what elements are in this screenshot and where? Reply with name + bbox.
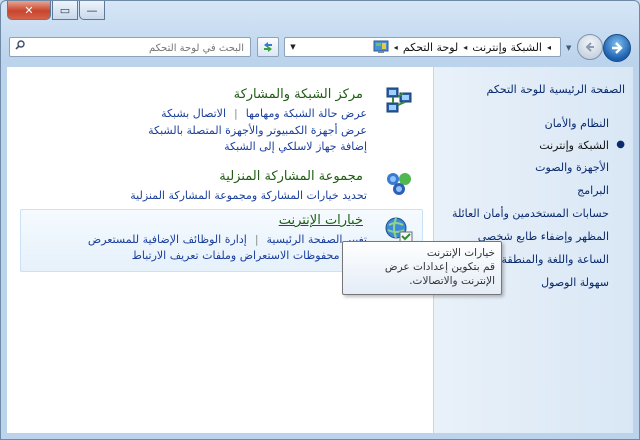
category-title-internet-options[interactable]: خيارات الإنترنت xyxy=(279,213,363,228)
link-manage-browser-addons[interactable]: إدارة الوظائف الإضافية للمستعرض xyxy=(88,233,247,246)
breadcrumb-separator-icon[interactable]: ◂ xyxy=(547,43,551,52)
link-separator: | xyxy=(254,233,259,246)
sidebar-item-network-internet[interactable]: الشبكة وإنترنت xyxy=(539,139,609,152)
category-title-homegroup[interactable]: مجموعة المشاركة المنزلية xyxy=(219,169,363,184)
link-delete-browsing-history[interactable]: حذف محفوظات الاستعراض وملفات تعريف الارت… xyxy=(132,249,367,262)
breadcrumb-network-internet[interactable]: الشبكة وإنترنت xyxy=(472,41,542,54)
address-dropdown-button[interactable]: ▼ xyxy=(285,38,301,56)
sidebar-item-user-accounts[interactable]: حسابات المستخدمين وأمان العائلة xyxy=(452,207,609,220)
link-add-wireless-device[interactable]: إضافة جهاز لاسلكي إلى الشبكة xyxy=(224,140,367,153)
close-button[interactable]: ✕ xyxy=(7,1,51,20)
minimize-icon: — xyxy=(86,3,98,17)
chevron-down-icon: ▼ xyxy=(566,44,572,52)
close-icon: ✕ xyxy=(24,3,34,17)
maximize-icon: ▭ xyxy=(59,3,71,17)
search-icon xyxy=(15,40,25,50)
breadcrumb-separator-icon[interactable]: ◂ xyxy=(463,43,467,52)
link-row: عرض حالة الشبكة ومهامها | الاتصال بشبكة xyxy=(161,107,367,120)
control-panel-icon xyxy=(373,40,389,53)
link-row: تغيير الصفحة الرئيسية | إدارة الوظائف ال… xyxy=(88,233,367,246)
title-bar: ✕ ▭ — xyxy=(1,1,639,23)
sidebar-item-clock-language-region[interactable]: الساعة واللغة والمنطقة xyxy=(502,253,609,266)
link-row: تحديد خيارات المشاركة ومجموعة المشاركة ا… xyxy=(130,189,367,202)
refresh-icon xyxy=(264,42,272,52)
search-box[interactable] xyxy=(9,37,251,57)
sidebar-link-control-panel-home[interactable]: الصفحة الرئيسية للوحة التحكم xyxy=(487,83,625,96)
sidebar-item-hardware-sound[interactable]: الأجهزة والصوت xyxy=(535,161,609,174)
current-item-bullet-icon: ● xyxy=(616,139,625,150)
category-title-network-sharing[interactable]: مركز الشبكة والمشاركة xyxy=(234,87,363,102)
address-bar[interactable]: ▼ ◂ لوحة التحكم ◂ الشبكة وإنترنت ◂ xyxy=(284,37,561,57)
link-view-network-status[interactable]: عرض حالة الشبكة ومهامها xyxy=(246,107,367,120)
recent-pages-button[interactable]: ▼ xyxy=(566,44,574,52)
link-row: حذف محفوظات الاستعراض وملفات تعريف الارت… xyxy=(132,249,367,262)
breadcrumb-control-panel[interactable]: لوحة التحكم xyxy=(403,41,458,54)
sidebar-item-system-security[interactable]: النظام والأمان xyxy=(545,117,609,130)
arrow-left-icon xyxy=(585,42,594,52)
link-connect-to-network[interactable]: الاتصال بشبكة xyxy=(161,107,226,120)
forward-button[interactable] xyxy=(577,34,603,60)
network-center-icon xyxy=(386,87,412,113)
breadcrumb: ◂ لوحة التحكم ◂ الشبكة وإنترنت ◂ xyxy=(371,38,556,56)
control-panel-window: ✕ ▭ — ▼ xyxy=(0,0,640,440)
link-view-network-computers[interactable]: عرض أجهزة الكمبيوتر والأجهزة المتصلة بال… xyxy=(148,124,367,137)
breadcrumb-separator-icon[interactable]: ◂ xyxy=(394,43,398,52)
minimize-button[interactable]: — xyxy=(79,1,105,20)
navigation-bar: ▼ ◂ لوحة التحكم ◂ الشبكة وإنترنت ◂ ▼ xyxy=(1,31,639,62)
back-button[interactable] xyxy=(603,34,631,62)
refresh-button[interactable] xyxy=(257,37,279,57)
arrow-right-icon xyxy=(612,42,623,54)
search-input[interactable] xyxy=(32,39,246,57)
link-separator: | xyxy=(234,107,238,120)
chevron-down-icon: ▼ xyxy=(290,43,296,51)
homegroup-icon xyxy=(387,173,411,195)
tooltip: خيارات الإنترنت قم بتكوين إعدادات عرض ال… xyxy=(342,241,502,295)
sidebar-item-programs[interactable]: البرامج xyxy=(577,184,609,197)
tooltip-body: قم بتكوين إعدادات عرض الإنترنت والاتصالا… xyxy=(384,261,495,287)
sidebar-item-ease-of-access[interactable]: سهولة الوصول xyxy=(541,276,609,289)
link-row: عرض أجهزة الكمبيوتر والأجهزة المتصلة بال… xyxy=(148,124,367,137)
tooltip-title: خيارات الإنترنت xyxy=(426,247,495,259)
link-choose-homegroup-options[interactable]: تحديد خيارات المشاركة ومجموعة المشاركة ا… xyxy=(130,189,367,202)
maximize-button[interactable]: ▭ xyxy=(52,1,78,20)
link-row: إضافة جهاز لاسلكي إلى الشبكة xyxy=(224,140,367,153)
